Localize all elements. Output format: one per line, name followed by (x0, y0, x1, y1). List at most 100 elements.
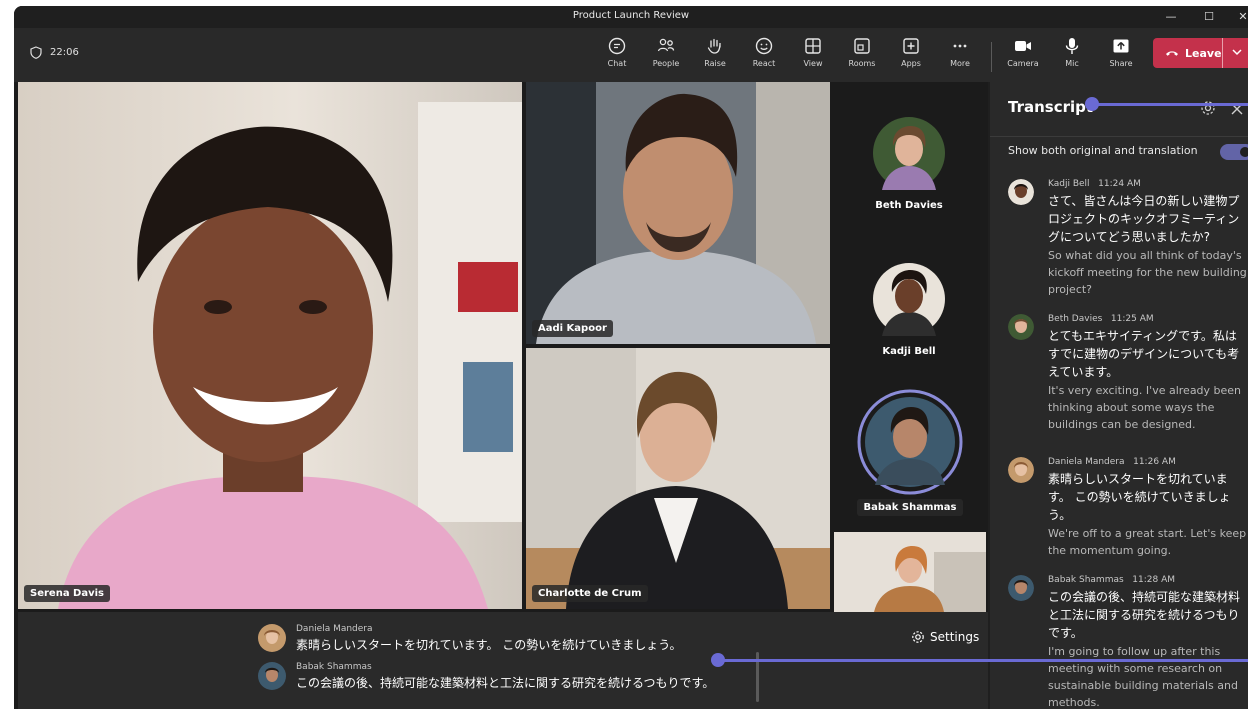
chevron-down-icon[interactable] (1231, 46, 1243, 58)
transcript-meta: Daniela Mandera 11:26 AM (1048, 457, 1176, 467)
transcript-title: Transcript (1008, 98, 1094, 116)
participant-name-tag: Beth Davies (875, 200, 943, 211)
translation-toggle-row: Show both original and translation (1008, 144, 1248, 160)
transcript-speaker: Kadji Bell (1048, 179, 1090, 189)
avatar (1008, 179, 1034, 205)
apps-label: Apps (901, 59, 921, 68)
meeting-window: Product Launch Review — ☐ ✕ 22:06 Chat P… (14, 6, 1248, 709)
maximize-button[interactable]: ☐ (1194, 8, 1224, 26)
shield-icon (30, 46, 42, 59)
people-icon (657, 38, 675, 52)
callout-dot-captions (711, 653, 725, 667)
view-button[interactable]: View (791, 36, 835, 76)
hand-icon (707, 38, 721, 54)
apps-button[interactable]: Apps (889, 36, 933, 76)
avatar (1008, 575, 1034, 601)
view-label: View (803, 59, 823, 68)
share-label: Share (1109, 59, 1133, 68)
react-label: React (752, 59, 776, 68)
chat-button[interactable]: Chat (595, 36, 639, 76)
caption-settings-button[interactable]: Settings (911, 630, 979, 644)
smiley-icon (755, 37, 773, 55)
transcript-translation: So what did you all think of today's kic… (1048, 249, 1247, 296)
camera-label: Camera (1007, 59, 1039, 68)
title-bar: Product Launch Review — ☐ ✕ (14, 6, 1248, 28)
avatar-speaking (857, 389, 963, 495)
meeting-toolbar: 22:06 Chat People Raise React View Rooms (14, 28, 1248, 82)
transcript-panel: Transcript Show both original and transl… (990, 82, 1248, 709)
video-tile-main[interactable]: Serena Davis (18, 82, 522, 609)
participant-video-charlotte (526, 348, 830, 609)
minimize-button[interactable]: — (1156, 8, 1186, 26)
translation-toggle[interactable] (1220, 144, 1248, 160)
avatar (1008, 314, 1034, 340)
rooms-label: Rooms (848, 59, 876, 68)
side-participant-kadji[interactable]: Kadji Bell (872, 262, 946, 357)
video-tile-self[interactable] (834, 532, 986, 612)
transcript-original: 素晴らしいスタートを切れています。 この勢いを続けていきましょう。 (1048, 472, 1231, 522)
phone-hangup-icon (1166, 51, 1178, 56)
video-tile-aadi[interactable]: Aadi Kapoor (526, 82, 830, 344)
meeting-timer: 22:06 (30, 46, 79, 59)
transcript-time: 11:25 AM (1110, 314, 1154, 324)
chat-label: Chat (607, 59, 627, 68)
caption-text: 素晴らしいスタートを切れています。 この勢いを続けていきましょう。 (296, 638, 682, 652)
transcript-meta: Beth Davies 11:25 AM (1048, 314, 1154, 324)
caption-line: Babak Shammas この会議の後、持続可能な建築材料と工法に関する研究を… (258, 662, 714, 691)
people-button[interactable]: People (644, 36, 688, 76)
leave-label: Leave (1185, 46, 1222, 60)
ellipsis-icon (953, 44, 967, 48)
participant-name-tag: Kadji Bell (882, 346, 936, 357)
callout-dot-transcript (1085, 97, 1099, 111)
caption-speaker: Babak Shammas (296, 662, 372, 672)
transcript-time: 11:26 AM (1133, 457, 1176, 467)
caption-content: Daniela Mandera 素晴らしいスタートを切れています。 この勢いを続… (296, 624, 682, 653)
callout-line-transcript (1092, 103, 1248, 106)
gear-icon (912, 631, 924, 643)
panel-divider (990, 136, 1248, 137)
react-button[interactable]: React (742, 36, 786, 76)
side-participant-beth[interactable]: Beth Davies (872, 116, 946, 211)
share-icon (1113, 39, 1129, 53)
transcript-speaker: Babak Shammas (1048, 575, 1124, 585)
caption-settings-label: Settings (930, 630, 980, 644)
plus-box-icon (903, 38, 919, 54)
share-button[interactable]: Share (1099, 36, 1143, 76)
leave-button[interactable]: Leave (1153, 38, 1248, 68)
transcript-original: とてもエキサイティングです。私はすでに建物のデザインについても考えています。 (1048, 329, 1240, 379)
avatar (873, 263, 945, 336)
avatar (873, 117, 945, 190)
window-title: Product Launch Review (572, 10, 690, 21)
transcript-original: この会議の後、持続可能な建築材料と工法に関する研究を続けるつもりです。 (1048, 590, 1241, 640)
timer-text: 22:06 (50, 47, 79, 58)
raise-hand-button[interactable]: Raise (693, 36, 737, 76)
transcript-time: 11:28 AM (1132, 575, 1175, 585)
microphone-icon (1065, 38, 1079, 54)
avatar (1008, 457, 1034, 483)
camera-button[interactable]: Camera (1001, 36, 1045, 76)
transcript-original: さて、皆さんは今日の新しい建物プロジェクトのキックオフミーティングについてどう思… (1048, 194, 1240, 244)
transcript-translation: We're off to a great start. Let's keep t… (1048, 527, 1247, 557)
participant-name-tag: Serena Davis (24, 585, 110, 602)
camera-icon (1015, 41, 1031, 51)
chat-icon (608, 37, 626, 55)
mic-button[interactable]: Mic (1050, 36, 1094, 76)
toolbar-separator (991, 42, 992, 72)
transcript-meta: Babak Shammas 11:28 AM (1048, 575, 1175, 585)
video-tile-charlotte[interactable]: Charlotte de Crum (526, 348, 830, 609)
participant-name-tag: Aadi Kapoor (532, 320, 613, 337)
participant-video-aadi (526, 82, 830, 344)
side-participant-babak[interactable]: Babak Shammas (857, 389, 963, 516)
close-window-button[interactable]: ✕ (1228, 8, 1248, 26)
raise-label: Raise (704, 59, 726, 68)
caption-line: Daniela Mandera 素晴らしいスタートを切れています。 この勢いを続… (258, 624, 682, 653)
transcript-time: 11:24 AM (1098, 179, 1141, 189)
caption-content: Babak Shammas この会議の後、持続可能な建築材料と工法に関する研究を… (296, 662, 714, 691)
participant-video-self (834, 532, 986, 612)
more-button[interactable]: More (938, 36, 982, 76)
rooms-button[interactable]: Rooms (840, 36, 884, 76)
grid-icon (805, 38, 821, 54)
toggle-knob (1240, 147, 1248, 157)
rooms-icon (854, 38, 870, 54)
avatar (258, 624, 286, 652)
